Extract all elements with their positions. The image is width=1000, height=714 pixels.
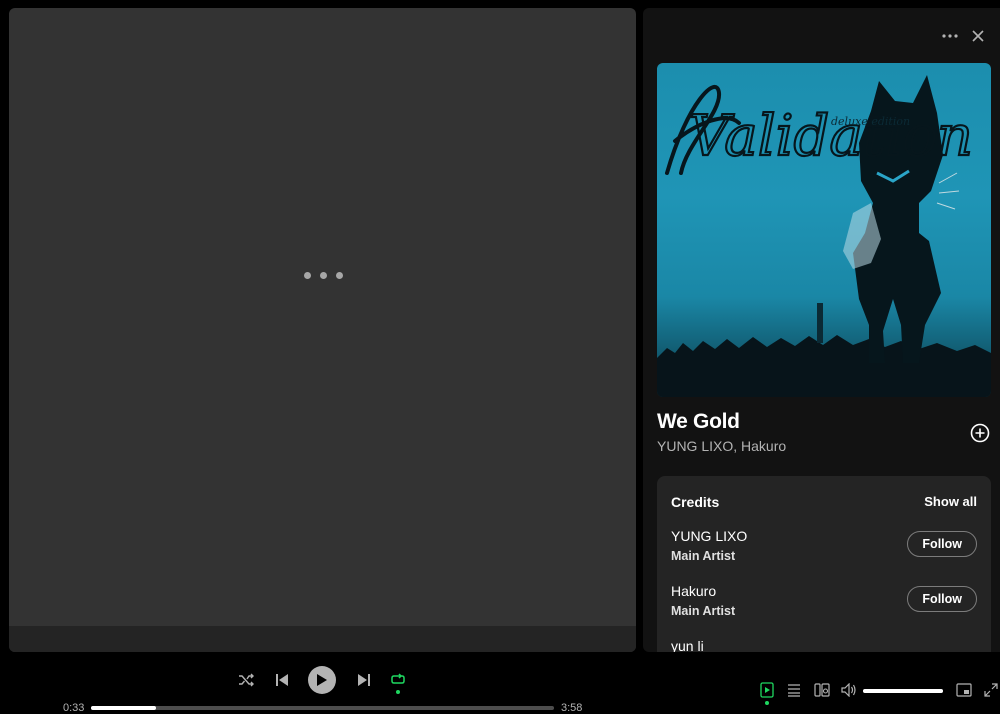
now-playing-view-active-dot [765,701,769,705]
add-to-library-button[interactable] [969,422,991,444]
credits-card: Credits Show all YUNG LIXO Main Artist F… [657,476,991,652]
connect-device-icon [814,683,830,697]
credits-title: Credits [671,494,720,510]
album-cover: Validation deluxe edition [657,63,991,397]
next-button[interactable] [354,670,374,690]
cover-edition-art: deluxe edition [831,115,910,128]
follow-button[interactable]: Follow [907,586,977,612]
miniplayer-button[interactable] [954,680,974,700]
repeat-icon [391,673,405,684]
show-all-credits-link[interactable]: Show all [924,494,977,509]
repeat-active-dot [396,690,400,694]
skip-back-icon [276,674,288,686]
queue-icon [788,684,800,697]
play-button[interactable] [308,666,336,694]
progress-bar[interactable] [91,706,554,710]
mute-button[interactable] [839,680,859,700]
volume-fill [863,689,943,693]
more-options-button[interactable] [939,26,961,46]
credit-artist-name[interactable]: yun li [671,638,704,652]
main-view [9,8,636,652]
shuffle-button[interactable] [236,670,256,690]
elapsed-time: 0:33 [63,702,85,714]
player-bar: 0:33 3:58 [0,652,1000,714]
credit-role: Main Artist [671,604,736,618]
cover-artwork: Validation deluxe edition [657,75,991,397]
previous-button[interactable] [272,670,292,690]
loading-indicator [304,272,343,279]
volume-slider[interactable] [863,689,943,693]
close-panel-button[interactable] [967,26,989,46]
volume-icon [841,683,856,697]
now-playing-view-icon [760,682,774,698]
now-playing-panel: Validation deluxe edition We Gold YUNG L… [643,8,1000,652]
skip-forward-icon [358,674,370,686]
more-horizontal-icon [942,34,958,38]
track-artists[interactable]: YUNG LIXO, Hakuro [657,438,786,454]
close-icon [972,30,984,42]
main-view-footer [9,626,636,652]
credit-role: Main Artist [671,549,736,563]
loading-dot [304,272,311,279]
queue-button[interactable] [784,680,804,700]
shuffle-icon [239,673,254,687]
cover-title-art: Validation [689,104,973,169]
connect-device-button[interactable] [812,680,832,700]
follow-button[interactable]: Follow [907,531,977,557]
loading-dot [320,272,327,279]
loading-dot [336,272,343,279]
credit-row: yun li [671,638,977,652]
now-playing-view-button[interactable] [757,680,777,700]
miniplayer-icon [956,683,972,697]
fullscreen-icon [984,683,998,697]
credit-artist-name[interactable]: YUNG LIXO [671,528,747,544]
credit-artist-name[interactable]: Hakuro [671,583,716,599]
credit-row: Hakuro Main Artist Follow [671,583,977,623]
add-circle-icon [970,423,990,443]
progress-fill [91,706,156,710]
top-strip [0,0,1000,8]
track-title[interactable]: We Gold [657,410,740,434]
repeat-button[interactable] [388,670,408,690]
credit-row: YUNG LIXO Main Artist Follow [671,528,977,568]
fullscreen-button[interactable] [982,680,1000,700]
duration-time: 3:58 [561,702,583,714]
play-icon [317,674,327,686]
